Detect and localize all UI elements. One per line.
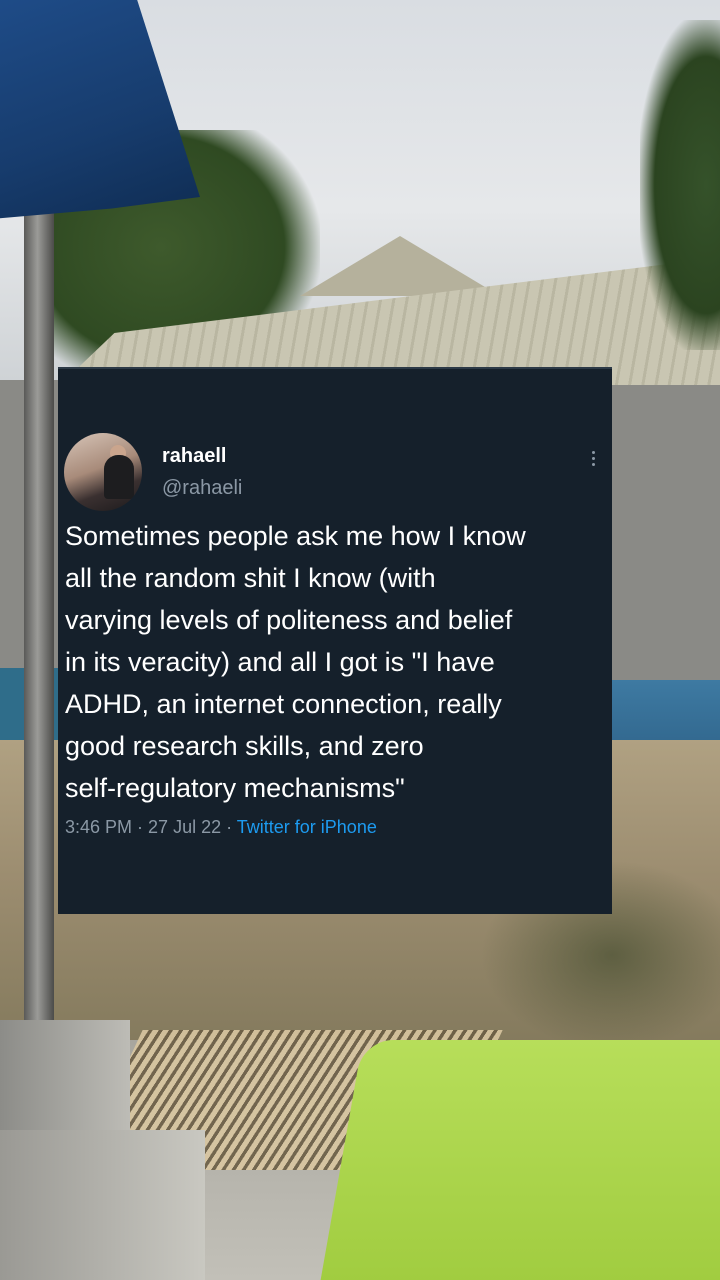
tweet-card: rahaell @rahaeli Sometimes people ask me… xyxy=(58,367,612,914)
tweet-text: Sometimes people ask me how I know all t… xyxy=(65,521,526,803)
umbrella-pole xyxy=(24,210,54,1050)
roof-peak xyxy=(300,236,500,296)
tweet-date: 27 Jul 22 xyxy=(148,817,222,837)
meta-separator: · xyxy=(132,817,149,837)
tweet-source-link[interactable]: Twitter for iPhone xyxy=(237,817,377,837)
more-vertical-icon[interactable] xyxy=(588,445,598,471)
meta-separator: · xyxy=(221,817,237,837)
umbrella-base-bottom xyxy=(0,1130,205,1280)
user-handle[interactable]: @rahaeli xyxy=(162,477,242,500)
tree-right xyxy=(640,20,720,350)
green-lounge-chair xyxy=(317,1040,720,1280)
display-name[interactable]: rahaell xyxy=(162,445,226,468)
tweet-meta: 3:46 PM · 27 Jul 22 · Twitter for iPhone xyxy=(65,817,377,838)
tweet-time: 3:46 PM xyxy=(65,817,133,837)
avatar-figure xyxy=(104,455,134,499)
avatar[interactable] xyxy=(64,433,142,511)
